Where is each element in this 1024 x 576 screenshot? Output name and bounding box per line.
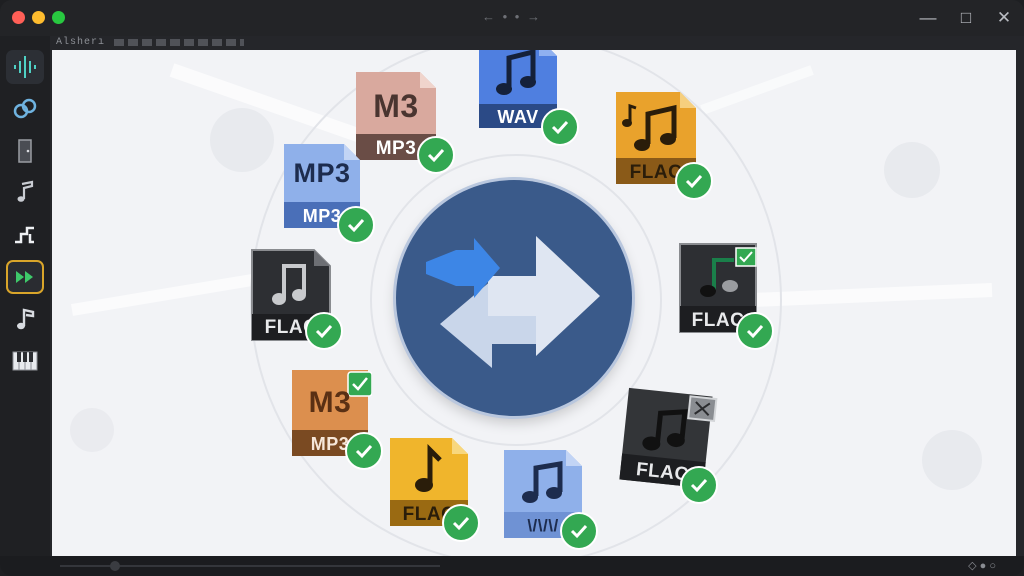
- close-icon[interactable]: ✕: [992, 6, 1016, 30]
- minimize-icon[interactable]: —: [916, 6, 940, 30]
- waveform-tool-button[interactable]: [6, 50, 44, 84]
- convert-hub-button[interactable]: [396, 180, 632, 416]
- fast-forward-icon: [16, 271, 33, 283]
- title-bar: ← • • → — □ ✕: [0, 0, 1024, 36]
- status-icons: ◇ ● ○: [968, 560, 996, 572]
- close-window-button[interactable]: [12, 11, 25, 24]
- sidebar: [0, 36, 50, 556]
- check-icon: [337, 206, 375, 244]
- check-icon: [541, 108, 579, 146]
- app-subtitle: Alsherı: [56, 37, 106, 48]
- toolbar-strip: Alsherı: [52, 36, 1024, 50]
- fast-forward-tool-button[interactable]: [6, 260, 44, 294]
- file-big-label: M3: [373, 88, 419, 124]
- app-window: ← • • → — □ ✕ Alsherı WAV M3 MP3 FLAC MP…: [0, 0, 1024, 576]
- convert-arrows-icon: [426, 236, 600, 368]
- piano-tool-button[interactable]: [6, 344, 44, 378]
- step-icon: [15, 226, 34, 244]
- door-icon: [18, 139, 32, 163]
- check-icon: [305, 312, 343, 350]
- status-bar: ◇ ● ○: [0, 556, 1024, 576]
- check-icon: [417, 136, 455, 174]
- check-icon: [736, 312, 774, 350]
- check-icon: [442, 504, 480, 542]
- check-icon: [680, 466, 718, 504]
- link-icon: [13, 98, 37, 119]
- step-tool-button[interactable]: [6, 218, 44, 252]
- toolbar-placeholder: [114, 39, 244, 46]
- check-icon: [345, 432, 383, 470]
- conversion-canvas: WAV M3 MP3 FLAC MP3 MP3 FLAC FLAC M3 MP3…: [52, 50, 1016, 556]
- piano-keys-icon: [12, 351, 38, 371]
- file-big-label: M3: [308, 386, 352, 419]
- door-tool-button[interactable]: [6, 134, 44, 168]
- timeline-handle[interactable]: [110, 561, 120, 571]
- check-icon: [560, 512, 598, 550]
- file-big-label: MP3: [293, 158, 351, 188]
- music-note-tool-button[interactable]: [6, 176, 44, 210]
- title-glyphs: ← • • →: [482, 9, 542, 24]
- note-tool-button[interactable]: [6, 302, 44, 336]
- minimize-window-button[interactable]: [32, 11, 45, 24]
- waveform-icon: [14, 56, 36, 78]
- zoom-window-button[interactable]: [52, 11, 65, 24]
- link-tool-button[interactable]: [6, 92, 44, 126]
- check-icon: [675, 162, 713, 200]
- maximize-icon[interactable]: □: [954, 6, 978, 30]
- music-note-icon: [17, 180, 34, 202]
- music-note-icon: [17, 308, 35, 330]
